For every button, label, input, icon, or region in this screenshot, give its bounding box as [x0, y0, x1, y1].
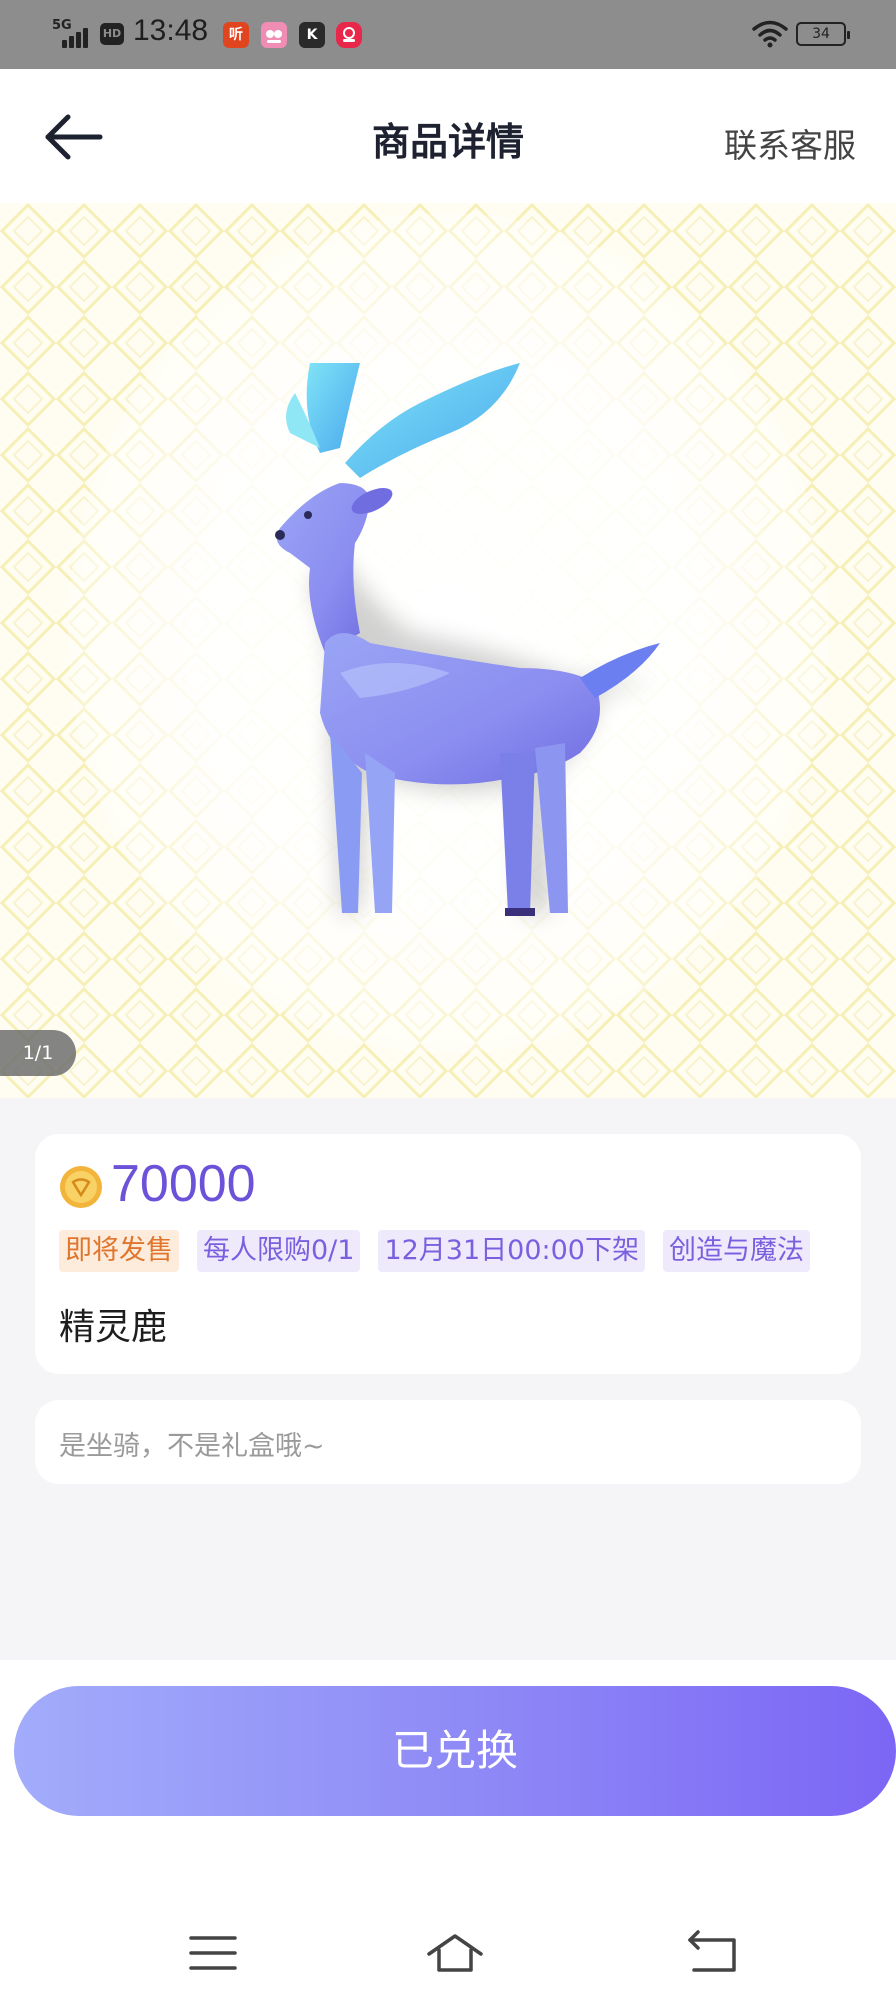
limit-tag: 每人限购0/1: [197, 1230, 361, 1272]
menu-icon: [189, 1936, 237, 1970]
header-bar: 商品详情 联系客服: [0, 69, 896, 203]
product-name: 精灵鹿: [59, 1307, 168, 1348]
cellular-signal-icon: 5G: [50, 18, 92, 50]
category-tag: 创造与魔法: [662, 1230, 810, 1272]
coin-icon: [60, 1166, 102, 1208]
status-tag: 即将发售: [59, 1230, 179, 1272]
system-nav-bar: [0, 1910, 896, 1996]
nav-back-button[interactable]: [684, 1928, 744, 1978]
home-icon: [427, 1934, 483, 1972]
clock: 13:48: [133, 14, 209, 47]
note-text: 是坐骑，不是礼盒哦~: [59, 1431, 325, 1462]
note-card: 是坐骑，不是礼盒哦~: [35, 1400, 861, 1484]
price-value: 70000: [111, 1155, 256, 1213]
status-bar: 5G HD 13:48 听 K 34: [0, 0, 896, 69]
comic-app-icon: [261, 22, 287, 48]
nav-menu-button[interactable]: [183, 1928, 243, 1978]
tag-list: 即将发售 每人限购0/1 12月31日00:00下架 创造与魔法: [59, 1230, 810, 1272]
product-image-gallery[interactable]: 1/1: [0, 203, 896, 1098]
return-icon: [688, 1930, 736, 1972]
listen-app-icon: 听: [223, 22, 249, 48]
redeemed-button[interactable]: 已兑换: [14, 1686, 896, 1816]
hd-icon: HD: [100, 23, 124, 45]
battery-icon: 34: [796, 22, 850, 46]
k-app-icon: K: [299, 22, 325, 48]
wifi-icon: [752, 20, 788, 48]
shopping-app-icon: [336, 22, 362, 48]
contact-service-link[interactable]: 联系客服: [724, 119, 856, 167]
offline-time-tag: 12月31日00:00下架: [378, 1230, 645, 1272]
image-page-indicator: 1/1: [0, 1030, 76, 1076]
network-type: 5G: [52, 18, 72, 33]
nav-home-button[interactable]: [425, 1928, 485, 1978]
product-info-card: 70000 即将发售 每人限购0/1 12月31日00:00下架 创造与魔法 精…: [35, 1134, 861, 1374]
spirit-deer-image: [275, 363, 660, 916]
